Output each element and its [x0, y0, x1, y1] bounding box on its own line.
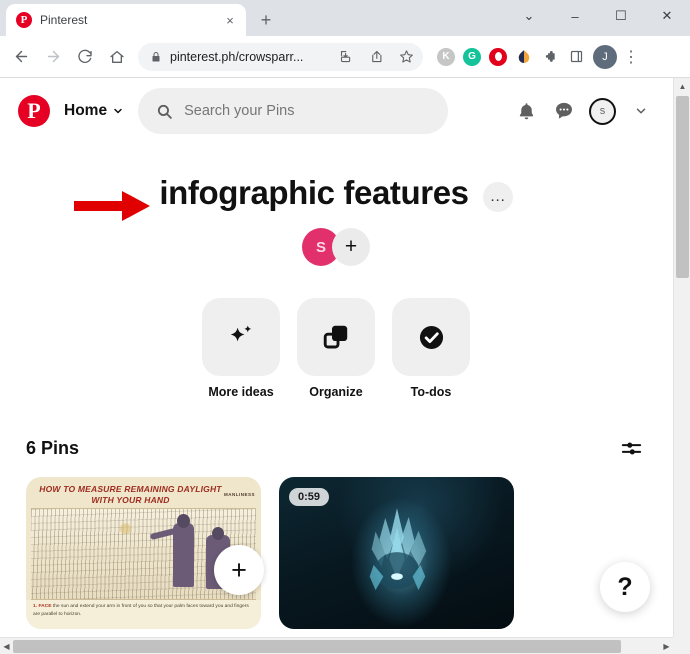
organize-label: Organize [309, 385, 363, 399]
header-actions: s [513, 97, 654, 125]
help-button[interactable]: ? [600, 562, 650, 612]
tab-search-icon[interactable]: ⌄ [506, 0, 552, 32]
scroll-up-arrow-icon[interactable]: ▲ [674, 78, 690, 95]
pin-card[interactable]: 0:59 [279, 477, 514, 629]
todos-button[interactable]: To-dos [392, 298, 470, 399]
search-input[interactable]: Search your Pins [138, 88, 449, 134]
home-icon[interactable] [102, 42, 132, 72]
pin-brand-label: MANLINESS [223, 492, 255, 497]
video-duration-badge: 0:59 [289, 488, 330, 506]
honey-extension-icon[interactable] [513, 46, 535, 68]
reload-icon[interactable] [70, 42, 100, 72]
create-pin-button[interactable]: + [214, 545, 264, 595]
vertical-scrollbar-thumb[interactable] [676, 96, 689, 278]
pin-grid: HOW TO MEASURE REMAINING DAYLIGHT WITH Y… [0, 477, 672, 629]
pin-video-thumbnail [369, 508, 426, 591]
grammarly-extension-icon[interactable]: G [461, 46, 483, 68]
page-viewport: P Home Search your Pins s infographic fe… [0, 78, 690, 654]
board-action-tiles: More ideas Organize To-dos [0, 298, 672, 399]
pin-caption-text: the sun and extend your arm in front of … [33, 604, 249, 617]
pinterest-header: P Home Search your Pins s [0, 78, 672, 144]
minimize-window-button[interactable]: – [552, 0, 598, 32]
browser-tab[interactable]: P Pinterest × [6, 4, 246, 36]
organize-tile [297, 298, 375, 376]
url-text: pinterest.ph/crowsparr... [170, 49, 304, 64]
close-window-button[interactable]: ✕ [644, 0, 690, 32]
user-avatar[interactable]: s [589, 97, 616, 125]
account-chevron-down-icon[interactable] [628, 98, 654, 124]
kaspersky-extension-icon[interactable]: K [435, 46, 457, 68]
search-icon [156, 103, 173, 120]
forward-icon[interactable] [38, 42, 68, 72]
browser-window: P Pinterest × + ⌄ – ☐ ✕ pinterest.ph/cro… [0, 0, 690, 654]
organize-icon [323, 325, 348, 349]
scrollbar-corner [673, 637, 690, 654]
extensions-area: K G [435, 46, 587, 68]
chrome-menu-icon[interactable]: ⋮ [619, 43, 643, 71]
vertical-scrollbar[interactable]: ▲ ▼ [673, 78, 690, 654]
home-nav-label: Home [64, 102, 108, 119]
pinterest-page: P Home Search your Pins s infographic fe… [0, 78, 672, 636]
browser-toolbar: pinterest.ph/crowsparr... K G J ⋮ [0, 36, 690, 78]
organize-button[interactable]: Organize [297, 298, 375, 399]
maximize-window-button[interactable]: ☐ [598, 0, 644, 32]
search-placeholder-text: Search your Pins [184, 103, 295, 119]
lock-icon [150, 51, 162, 63]
board-title: infographic features [159, 174, 469, 211]
opera-extension-icon[interactable] [487, 46, 509, 68]
more-ideas-button[interactable]: More ideas [202, 298, 280, 399]
pinterest-logo-icon[interactable]: P [18, 95, 50, 127]
tab-strip: P Pinterest × + ⌄ – ☐ ✕ [0, 0, 690, 36]
pin-caption: 1. FACE the sun and extend your arm in f… [26, 600, 261, 629]
puzzle-extensions-icon[interactable] [539, 46, 561, 68]
pins-section-header: 6 Pins [0, 433, 672, 463]
address-bar[interactable]: pinterest.ph/crowsparr... [138, 42, 423, 71]
horizontal-scrollbar[interactable]: ◀ ▶ [0, 637, 690, 654]
notifications-bell-icon[interactable] [513, 98, 539, 124]
todos-tile [392, 298, 470, 376]
collaborators-row: S + [0, 228, 672, 266]
scroll-left-arrow-icon[interactable]: ◀ [0, 638, 13, 654]
share-icon[interactable] [365, 46, 387, 68]
more-ideas-tile [202, 298, 280, 376]
annotation-arrow-icon [74, 191, 150, 221]
new-tab-button[interactable]: + [252, 6, 280, 34]
messages-chat-icon[interactable] [551, 98, 577, 124]
home-nav-button[interactable]: Home [64, 102, 124, 120]
tab-title: Pinterest [40, 13, 88, 27]
horizontal-scrollbar-thumb[interactable] [13, 640, 621, 653]
board-title-row: infographic features … [0, 174, 672, 221]
todos-label: To-dos [410, 385, 452, 399]
window-controls: ⌄ – ☐ ✕ [506, 0, 690, 32]
check-circle-icon [419, 325, 443, 349]
back-icon[interactable] [6, 42, 36, 72]
install-app-icon[interactable] [335, 46, 357, 68]
close-tab-icon[interactable]: × [222, 12, 238, 28]
sparkle-icon [230, 325, 252, 342]
add-collaborator-button[interactable]: + [332, 228, 370, 266]
pin-caption-step: 1. FACE [33, 604, 52, 609]
browser-profile-avatar[interactable]: J [593, 44, 617, 69]
bookmark-star-icon[interactable] [395, 46, 417, 68]
filter-sliders-icon[interactable] [616, 433, 646, 463]
pins-count-label: 6 Pins [26, 437, 80, 458]
more-ideas-label: More ideas [208, 385, 274, 399]
board-options-menu-icon[interactable]: … [482, 182, 513, 212]
scroll-right-arrow-icon[interactable]: ▶ [660, 638, 673, 654]
side-panel-icon[interactable] [565, 46, 587, 68]
chevron-down-icon [114, 108, 122, 114]
pinterest-favicon-icon: P [16, 12, 32, 28]
